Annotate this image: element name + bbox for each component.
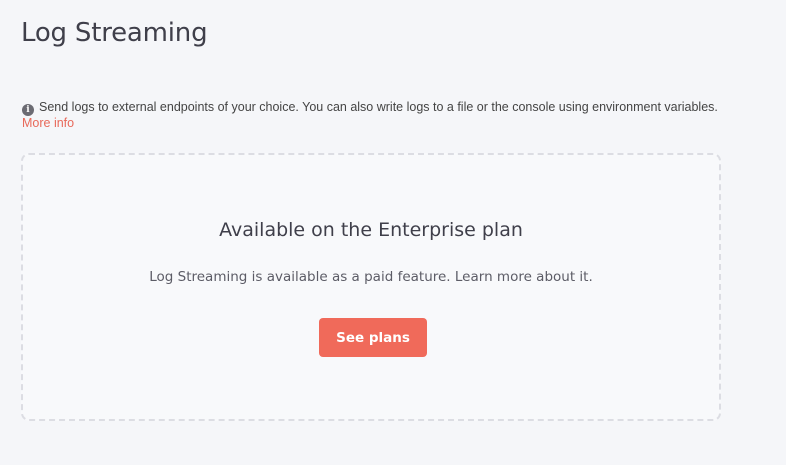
info-text: Send logs to external endpoints of your … <box>39 100 718 114</box>
enterprise-upgrade-panel: Available on the Enterprise plan Log Str… <box>21 153 721 421</box>
info-notice: i Send logs to external endpoints of your… <box>22 100 722 131</box>
see-plans-button[interactable]: See plans <box>319 318 427 357</box>
page-title: Log Streaming <box>21 18 208 48</box>
upgrade-description: Log Streaming is available as a paid fea… <box>149 269 593 285</box>
info-icon: i <box>22 104 34 116</box>
more-info-link[interactable]: More info <box>22 116 74 130</box>
upgrade-heading: Available on the Enterprise plan <box>219 219 523 241</box>
